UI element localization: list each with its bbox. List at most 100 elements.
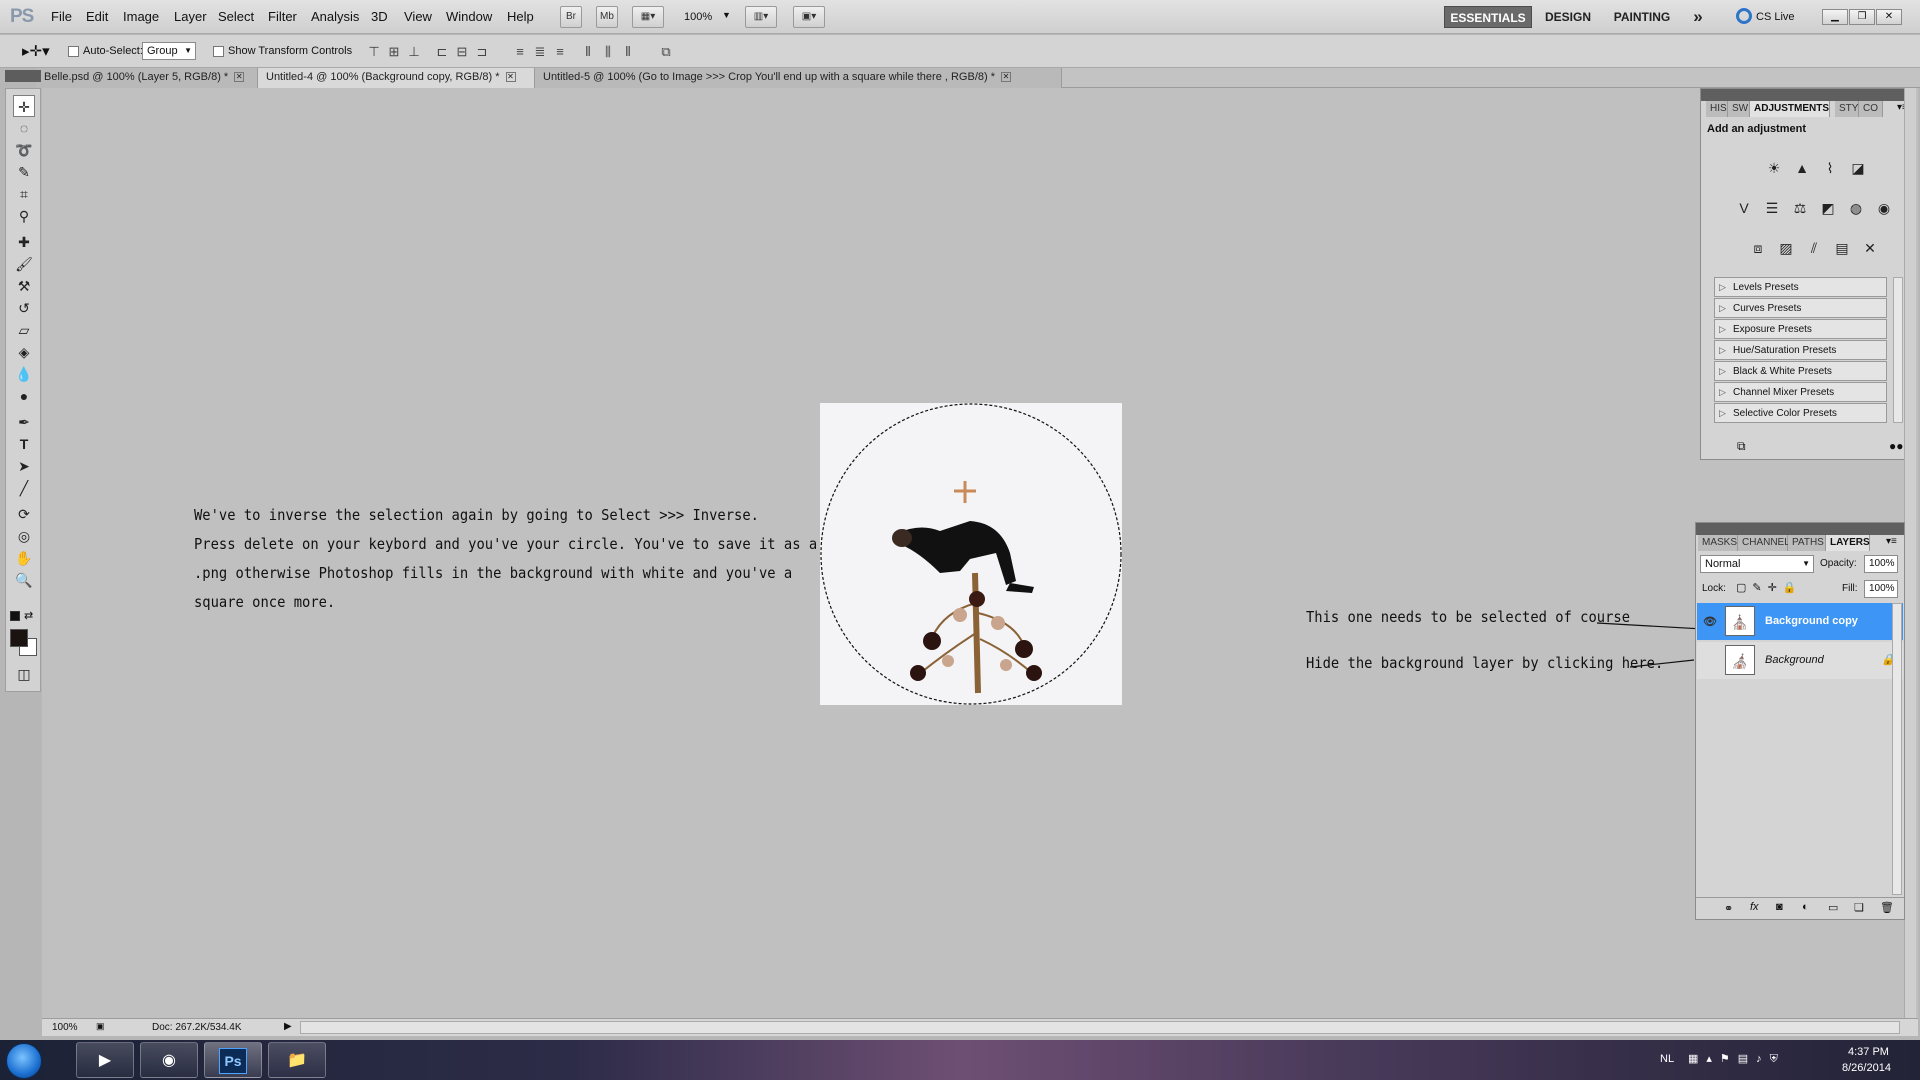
paint-bucket-tool-icon[interactable]: ◈ <box>13 341 35 363</box>
threshold-icon[interactable]: ⫽ <box>1803 237 1825 259</box>
auto-select-dropdown[interactable]: Group ▼ <box>142 42 196 60</box>
align-top-icon[interactable]: ⊤ <box>366 44 382 60</box>
fx-icon[interactable]: fx <box>1750 901 1759 913</box>
view-extras-button[interactable]: ▦▾ <box>632 6 664 28</box>
black-white-icon[interactable]: ◩ <box>1817 197 1839 219</box>
default-colors-icon[interactable] <box>10 611 20 621</box>
3d-rotate-tool-icon[interactable]: ⟳ <box>13 503 35 525</box>
preset-hue-saturation[interactable]: Hue/Saturation Presets <box>1714 340 1887 360</box>
auto-select-checkbox[interactable] <box>68 43 79 58</box>
tab-paths[interactable]: PATHS <box>1788 535 1826 551</box>
bridge-button[interactable]: Br <box>560 6 582 28</box>
menu-3d[interactable]: 3D <box>371 9 388 24</box>
blend-mode-dropdown[interactable]: Normal ▼ <box>1700 555 1814 573</box>
close-icon[interactable]: ✕ <box>234 72 245 83</box>
menu-window[interactable]: Window <box>446 9 492 24</box>
new-layer-icon[interactable]: ❏ <box>1854 901 1864 914</box>
menu-analysis[interactable]: Analysis <box>311 9 359 24</box>
preset-channel-mixer[interactable]: Channel Mixer Presets <box>1714 382 1887 402</box>
preset-selective-color[interactable]: Selective Color Presets <box>1714 403 1887 423</box>
hand-tool-icon[interactable]: ✋ <box>13 547 35 569</box>
layer-row-background[interactable]: ⛪ Background 🔒 <box>1697 642 1903 679</box>
minimize-button[interactable]: ▁ <box>1822 9 1848 25</box>
arrange-documents-button[interactable]: ▥▾ <box>745 6 777 28</box>
tab-belle[interactable]: Belle.psd @ 100% (Layer 5, RGB/8) * ✕ <box>36 68 258 88</box>
workspace-essentials[interactable]: ESSENTIALS <box>1444 6 1532 28</box>
distribute-left-icon[interactable]: ⫴ <box>580 44 596 60</box>
path-selection-tool-icon[interactable]: ➤ <box>13 455 35 477</box>
horizontal-scrollbar[interactable] <box>300 1021 1900 1034</box>
pen-tool-icon[interactable]: ✒ <box>13 411 35 433</box>
adjustment-layer-icon[interactable]: ◐ <box>1802 901 1809 913</box>
add-mask-icon[interactable]: ◙ <box>1776 901 1783 913</box>
zoom-tool-icon[interactable]: 🔍 <box>13 569 35 591</box>
tab-history[interactable]: HIS <box>1706 101 1728 117</box>
tray-icons[interactable]: ▦▴⚑▤♪⛨ <box>1688 1052 1786 1066</box>
tab-untitled-5[interactable]: Untitled-5 @ 100% (Go to Image >>> Crop … <box>535 68 1062 88</box>
restore-button[interactable]: ❐ <box>1849 9 1875 25</box>
clone-stamp-tool-icon[interactable]: ⚒ <box>13 275 35 297</box>
distribute-bottom-icon[interactable]: ≡ <box>552 44 568 60</box>
tab-styles[interactable]: STY <box>1835 101 1859 117</box>
distribute-vcenter-icon[interactable]: ≣ <box>532 44 548 60</box>
swap-colors-icon[interactable]: ⇄ <box>24 609 33 622</box>
marquee-tool-icon[interactable]: ◌ <box>13 117 35 139</box>
start-button[interactable] <box>6 1043 42 1079</box>
distribute-top-icon[interactable]: ≡ <box>512 44 528 60</box>
foreground-color-swatch[interactable] <box>10 629 28 647</box>
eraser-tool-icon[interactable]: ▱ <box>13 319 35 341</box>
panel-header[interactable] <box>1701 89 1914 101</box>
preset-levels[interactable]: Levels Presets <box>1714 277 1887 297</box>
type-tool-icon[interactable]: T <box>13 433 35 455</box>
clock-time[interactable]: 4:37 PM <box>1848 1046 1889 1058</box>
link-layers-icon[interactable]: ⚭ <box>1724 902 1733 915</box>
eyedropper-tool-icon[interactable]: ⚲ <box>13 205 35 227</box>
healing-brush-tool-icon[interactable]: ✚ <box>13 231 35 253</box>
cs-live-button[interactable]: CS Live <box>1756 11 1795 23</box>
taskbar-photoshop[interactable]: Ps <box>204 1042 262 1078</box>
distribute-right-icon[interactable]: ⫴ <box>620 44 636 60</box>
brush-tool-icon[interactable]: 🖌 <box>13 253 35 275</box>
language-indicator[interactable]: NL <box>1660 1053 1674 1065</box>
tab-untitled-4[interactable]: Untitled-4 @ 100% (Background copy, RGB/… <box>258 68 535 88</box>
history-brush-tool-icon[interactable]: ↺ <box>13 297 35 319</box>
panel-menu-icon[interactable]: ▾≡ <box>1886 536 1897 547</box>
tab-masks[interactable]: MASKS <box>1698 535 1738 551</box>
invert-icon[interactable]: ⧈ <box>1747 237 1769 259</box>
levels-icon[interactable]: ▲ <box>1791 157 1813 179</box>
dodge-tool-icon[interactable]: ● <box>13 385 35 407</box>
gradient-map-icon[interactable]: ▤ <box>1831 237 1853 259</box>
more-options-icon[interactable]: ●● <box>1889 439 1904 453</box>
status-preview-icon[interactable]: ▣ <box>96 1021 105 1032</box>
lock-icons[interactable]: ▢✎✛🔒 <box>1736 581 1803 594</box>
close-button[interactable]: ✕ <box>1876 9 1902 25</box>
curves-icon[interactable]: ⌇ <box>1819 157 1841 179</box>
new-group-icon[interactable]: ▭ <box>1828 901 1838 914</box>
lasso-tool-icon[interactable]: ➰ <box>13 139 35 161</box>
status-zoom[interactable]: 100% <box>52 1022 78 1033</box>
blur-tool-icon[interactable]: 💧 <box>13 363 35 385</box>
align-right-icon[interactable]: ⊐ <box>474 44 490 60</box>
eye-icon[interactable]: 👁 <box>1703 615 1717 628</box>
align-vcenter-icon[interactable]: ⊞ <box>386 44 402 60</box>
workspace-design[interactable]: DESIGN <box>1542 6 1594 28</box>
trash-icon[interactable]: 🗑 <box>1880 901 1894 914</box>
tab-channels[interactable]: CHANNEL <box>1738 535 1790 551</box>
visibility-toggle-empty[interactable] <box>1703 654 1715 666</box>
align-hcenter-icon[interactable]: ⊟ <box>454 44 470 60</box>
tab-layers[interactable]: LAYERS <box>1826 535 1870 551</box>
document-canvas[interactable] <box>820 403 1122 705</box>
menu-view[interactable]: View <box>404 9 432 24</box>
move-tool-icon[interactable]: ✛ <box>13 95 35 117</box>
channel-mixer-icon[interactable]: ◉ <box>1873 197 1895 219</box>
tab-swatches[interactable]: SW <box>1728 101 1750 117</box>
hue-saturation-icon[interactable]: ☰ <box>1761 197 1783 219</box>
align-left-icon[interactable]: ⊏ <box>434 44 450 60</box>
screen-mode-button[interactable]: ▣▾ <box>793 6 825 28</box>
fill-input[interactable]: 100% <box>1864 580 1898 598</box>
move-tool-preset-icon[interactable]: ▸✛▾ <box>22 42 50 60</box>
distribute-hcenter-icon[interactable]: ⫼ <box>600 44 616 60</box>
opacity-input[interactable]: 100% <box>1864 555 1898 573</box>
workspace-painting[interactable]: PAINTING <box>1608 6 1676 28</box>
layer-row-background-copy[interactable]: 👁 ⛪ Background copy <box>1697 603 1903 640</box>
